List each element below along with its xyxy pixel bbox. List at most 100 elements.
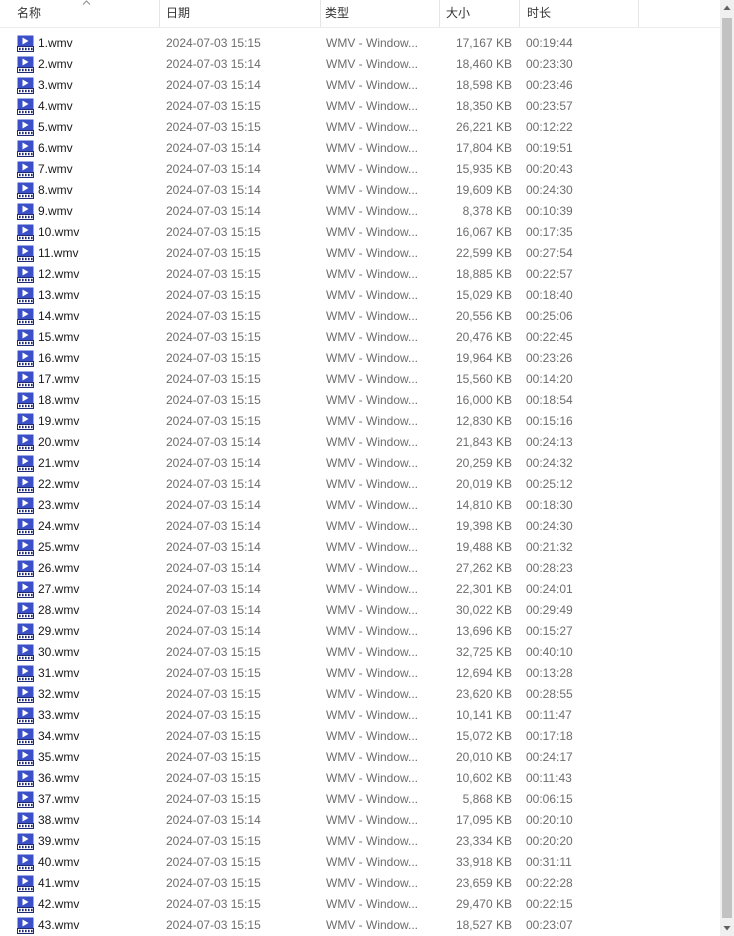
file-row[interactable]: 35.wmv 2024-07-03 15:15 WMV - Window... 20,…	[0, 747, 720, 768]
file-row[interactable]: 15.wmv 2024-07-03 15:15 WMV - Window... 20,…	[0, 327, 720, 348]
file-row[interactable]: 3.wmv 2024-07-03 15:14 WMV - Window... 18,5…	[0, 75, 720, 96]
file-name[interactable]: 15.wmv	[38, 327, 79, 348]
column-header-date[interactable]: 日期	[161, 0, 320, 27]
file-row[interactable]: 12.wmv 2024-07-03 15:15 WMV - Window... 18,…	[0, 264, 720, 285]
file-row[interactable]: 36.wmv 2024-07-03 15:15 WMV - Window... 10,…	[0, 768, 720, 789]
file-row[interactable]: 38.wmv 2024-07-03 15:14 WMV - Window... 17,…	[0, 810, 720, 831]
file-name[interactable]: 18.wmv	[38, 390, 79, 411]
vertical-scrollbar[interactable]	[720, 0, 734, 936]
file-name[interactable]: 41.wmv	[38, 873, 79, 894]
file-row[interactable]: 22.wmv 2024-07-03 15:14 WMV - Window... 20,…	[0, 474, 720, 495]
file-row[interactable]: 40.wmv 2024-07-03 15:15 WMV - Window... 33,…	[0, 852, 720, 873]
file-row[interactable]: 29.wmv 2024-07-03 15:14 WMV - Window... 13,…	[0, 621, 720, 642]
file-row[interactable]: 7.wmv 2024-07-03 15:14 WMV - Window... 15,9…	[0, 159, 720, 180]
file-name[interactable]: 32.wmv	[38, 684, 79, 705]
scroll-down-icon[interactable]	[720, 920, 734, 936]
file-row[interactable]: 37.wmv 2024-07-03 15:15 WMV - Window... 5,8…	[0, 789, 720, 810]
file-name[interactable]: 42.wmv	[38, 894, 79, 915]
file-name[interactable]: 7.wmv	[38, 159, 73, 180]
file-row[interactable]: 13.wmv 2024-07-03 15:15 WMV - Window... 15,…	[0, 285, 720, 306]
file-row[interactable]: 24.wmv 2024-07-03 15:14 WMV - Window... 19,…	[0, 516, 720, 537]
column-header-type[interactable]: 类型	[320, 0, 438, 27]
file-row[interactable]: 28.wmv 2024-07-03 15:14 WMV - Window... 30,…	[0, 600, 720, 621]
file-row[interactable]: 19.wmv 2024-07-03 15:15 WMV - Window... 12,…	[0, 411, 720, 432]
file-name[interactable]: 8.wmv	[38, 180, 73, 201]
file-name[interactable]: 2.wmv	[38, 54, 73, 75]
column-header-size[interactable]: 大小	[441, 0, 519, 27]
file-row[interactable]: 33.wmv 2024-07-03 15:15 WMV - Window... 10,…	[0, 705, 720, 726]
file-row[interactable]: 26.wmv 2024-07-03 15:14 WMV - Window... 27,…	[0, 558, 720, 579]
file-row[interactable]: 9.wmv 2024-07-03 15:14 WMV - Window... 8,37…	[0, 201, 720, 222]
file-name[interactable]: 13.wmv	[38, 285, 79, 306]
file-row[interactable]: 5.wmv 2024-07-03 15:15 WMV - Window... 26,2…	[0, 117, 720, 138]
column-divider[interactable]	[638, 0, 639, 27]
column-divider[interactable]	[439, 0, 440, 27]
file-name[interactable]: 4.wmv	[38, 96, 73, 117]
file-row[interactable]: 42.wmv 2024-07-03 15:15 WMV - Window... 29,…	[0, 894, 720, 915]
file-name[interactable]: 36.wmv	[38, 768, 79, 789]
file-name[interactable]: 24.wmv	[38, 516, 79, 537]
file-name[interactable]: 14.wmv	[38, 306, 79, 327]
file-name[interactable]: 12.wmv	[38, 264, 79, 285]
file-name[interactable]: 31.wmv	[38, 663, 79, 684]
file-name[interactable]: 21.wmv	[38, 453, 79, 474]
file-name[interactable]: 3.wmv	[38, 75, 73, 96]
file-name[interactable]: 28.wmv	[38, 600, 79, 621]
file-name[interactable]: 23.wmv	[38, 495, 79, 516]
file-name[interactable]: 25.wmv	[38, 537, 79, 558]
file-row[interactable]: 34.wmv 2024-07-03 15:15 WMV - Window... 15,…	[0, 726, 720, 747]
file-name[interactable]: 34.wmv	[38, 726, 79, 747]
scrollbar-thumb[interactable]	[722, 18, 732, 918]
file-date: 2024-07-03 15:14	[166, 183, 261, 197]
file-name[interactable]: 16.wmv	[38, 348, 79, 369]
file-row[interactable]: 25.wmv 2024-07-03 15:14 WMV - Window... 19,…	[0, 537, 720, 558]
file-row[interactable]: 27.wmv 2024-07-03 15:14 WMV - Window... 22,…	[0, 579, 720, 600]
file-name[interactable]: 43.wmv	[38, 915, 79, 936]
file-name[interactable]: 17.wmv	[38, 369, 79, 390]
column-divider[interactable]	[159, 0, 160, 27]
file-name[interactable]: 38.wmv	[38, 810, 79, 831]
file-row[interactable]: 23.wmv 2024-07-03 15:14 WMV - Window... 14,…	[0, 495, 720, 516]
file-row[interactable]: 11.wmv 2024-07-03 15:15 WMV - Window... 22,…	[0, 243, 720, 264]
file-row[interactable]: 10.wmv 2024-07-03 15:15 WMV - Window... 16,…	[0, 222, 720, 243]
file-name[interactable]: 20.wmv	[38, 432, 79, 453]
file-row[interactable]: 16.wmv 2024-07-03 15:15 WMV - Window... 19,…	[0, 348, 720, 369]
file-name[interactable]: 5.wmv	[38, 117, 73, 138]
file-row[interactable]: 1.wmv 2024-07-03 15:15 WMV - Window... 17,1…	[0, 33, 720, 54]
file-name[interactable]: 35.wmv	[38, 747, 79, 768]
scroll-up-icon[interactable]	[720, 0, 734, 16]
column-header-duration[interactable]: 时长	[522, 0, 638, 27]
file-name[interactable]: 1.wmv	[38, 33, 73, 54]
file-row[interactable]: 31.wmv 2024-07-03 15:15 WMV - Window... 12,…	[0, 663, 720, 684]
file-name[interactable]: 11.wmv	[38, 243, 78, 264]
file-name[interactable]: 10.wmv	[38, 222, 79, 243]
file-row[interactable]: 39.wmv 2024-07-03 15:15 WMV - Window... 23,…	[0, 831, 720, 852]
file-name[interactable]: 30.wmv	[38, 642, 79, 663]
file-row[interactable]: 18.wmv 2024-07-03 15:15 WMV - Window... 16,…	[0, 390, 720, 411]
file-name[interactable]: 22.wmv	[38, 474, 79, 495]
file-row[interactable]: 14.wmv 2024-07-03 15:15 WMV - Window... 20,…	[0, 306, 720, 327]
file-row[interactable]: 43.wmv 2024-07-03 15:15 WMV - Window... 18,…	[0, 915, 720, 936]
file-name[interactable]: 9.wmv	[38, 201, 73, 222]
file-name[interactable]: 33.wmv	[38, 705, 79, 726]
file-name[interactable]: 40.wmv	[38, 852, 79, 873]
file-name[interactable]: 29.wmv	[38, 621, 79, 642]
file-date: 2024-07-03 15:14	[166, 603, 261, 617]
file-name[interactable]: 19.wmv	[38, 411, 79, 432]
file-row[interactable]: 30.wmv 2024-07-03 15:15 WMV - Window... 32,…	[0, 642, 720, 663]
file-name[interactable]: 37.wmv	[38, 789, 79, 810]
file-name[interactable]: 6.wmv	[38, 138, 73, 159]
file-row[interactable]: 21.wmv 2024-07-03 15:14 WMV - Window... 20,…	[0, 453, 720, 474]
column-divider[interactable]	[519, 0, 520, 27]
file-row[interactable]: 2.wmv 2024-07-03 15:14 WMV - Window... 18,4…	[0, 54, 720, 75]
file-row[interactable]: 17.wmv 2024-07-03 15:15 WMV - Window... 15,…	[0, 369, 720, 390]
file-row[interactable]: 32.wmv 2024-07-03 15:15 WMV - Window... 23,…	[0, 684, 720, 705]
file-name[interactable]: 39.wmv	[38, 831, 79, 852]
file-row[interactable]: 4.wmv 2024-07-03 15:15 WMV - Window... 18,3…	[0, 96, 720, 117]
file-name[interactable]: 27.wmv	[38, 579, 79, 600]
file-row[interactable]: 41.wmv 2024-07-03 15:15 WMV - Window... 23,…	[0, 873, 720, 894]
file-name[interactable]: 26.wmv	[38, 558, 79, 579]
file-row[interactable]: 6.wmv 2024-07-03 15:14 WMV - Window... 17,8…	[0, 138, 720, 159]
file-row[interactable]: 8.wmv 2024-07-03 15:14 WMV - Window... 19,6…	[0, 180, 720, 201]
file-row[interactable]: 20.wmv 2024-07-03 15:14 WMV - Window... 21,…	[0, 432, 720, 453]
